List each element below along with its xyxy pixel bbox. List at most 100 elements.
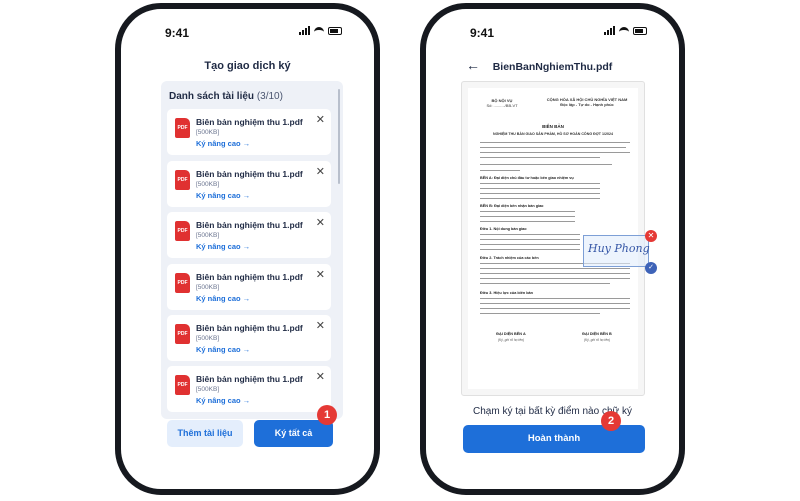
doc-heading: BIÊN BẢN: [542, 124, 564, 129]
confirm-signature-icon[interactable]: ✓: [645, 262, 657, 274]
doc-article-3: Điều 3. Hiệu lực của biên bản: [480, 291, 533, 295]
list-scrollbar[interactable]: [338, 89, 340, 184]
text-line: [480, 244, 580, 246]
doc-org-number: Số: ........../BB-VT: [486, 103, 518, 108]
file-card[interactable]: PDF Biên bản nghiệm thu 1.pdf [500KB] Ký…: [167, 109, 331, 155]
pdf-icon: PDF: [175, 221, 190, 241]
text-line: [480, 239, 580, 241]
file-card[interactable]: PDF Biên bản nghiệm thu 1.pdf [500KB] Ký…: [167, 315, 331, 361]
status-icons: [299, 26, 342, 35]
sign-all-button[interactable]: Ký tất cả: [254, 420, 333, 447]
close-icon[interactable]: ✕: [316, 268, 325, 281]
close-icon[interactable]: ✕: [316, 113, 325, 126]
text-line: [480, 303, 630, 305]
step-badge: 2: [601, 411, 621, 431]
text-line: [480, 157, 600, 159]
document-list-panel: Danh sách tài liệu (3/10) PDF Biên bản n…: [161, 81, 343, 419]
advanced-sign-link[interactable]: Ký nâng cao →: [196, 396, 250, 405]
text-line: [480, 268, 630, 270]
close-icon[interactable]: ✕: [316, 216, 325, 229]
file-name: Biên bản nghiệm thu 1.pdf: [196, 374, 303, 384]
text-line: [480, 283, 610, 285]
text-line: [480, 170, 520, 172]
doc-rep-b: ĐẠI DIỆN BÊN B: [582, 332, 612, 336]
file-name: Biên bản nghiệm thu 1.pdf: [196, 323, 303, 333]
file-size: [500KB]: [196, 129, 220, 136]
text-line: [480, 211, 575, 213]
signature-text: Huy Phong: [588, 242, 650, 255]
doc-article-2: Điều 2. Trách nhiệm của các bên: [480, 256, 539, 260]
page-title: Tạo giao dịch ký: [204, 60, 291, 72]
text-line: [480, 152, 630, 154]
file-size: [500KB]: [196, 181, 220, 188]
advanced-sign-link[interactable]: Ký nâng cao →: [196, 139, 250, 148]
text-line: [480, 234, 580, 236]
signature-placement[interactable]: Huy Phong: [583, 235, 650, 267]
text-line: [480, 142, 630, 144]
text-line: [480, 183, 600, 185]
close-icon[interactable]: ✕: [316, 370, 325, 383]
doc-org: BỘ NỘI VỤ Số: ........../BB-VT: [482, 98, 522, 108]
advanced-sign-link[interactable]: Ký nâng cao →: [196, 294, 250, 303]
text-line: [480, 216, 575, 218]
document-list-title: Danh sách tài liệu: [169, 91, 255, 102]
file-size: [500KB]: [196, 232, 220, 239]
doc-article-1: Điều 1. Nội dung bàn giao: [480, 227, 527, 231]
doc-nation: CỘNG HÒA XÃ HỘI CHỦ NGHĨA VIỆT NAM Độc l…: [538, 97, 636, 107]
file-card[interactable]: PDF Biên bản nghiệm thu 1.pdf [500KB] Ký…: [167, 212, 331, 258]
close-icon[interactable]: ✕: [316, 165, 325, 178]
text-line: [480, 198, 600, 200]
text-line: [480, 193, 600, 195]
file-name: Biên bản nghiệm thu 1.pdf: [196, 220, 303, 230]
pdf-icon: PDF: [175, 375, 190, 395]
file-size: [500KB]: [196, 284, 220, 291]
phone-left: 9:41 Tạo giao dịch ký Danh sách tài liệu…: [115, 3, 380, 495]
file-card[interactable]: PDF Biên bản nghiệm thu 1.pdf [500KB] Ký…: [167, 264, 331, 310]
doc-motto: Độc lập - Tự do - Hạnh phúc: [560, 102, 614, 107]
document-count: (3/10): [256, 91, 283, 102]
pdf-icon: PDF: [175, 118, 190, 138]
text-line: [480, 221, 575, 223]
signal-icon: [299, 26, 310, 35]
status-icons: [604, 26, 647, 35]
doc-section-b: BÊN B: Đại diện bên nhận bàn giao: [480, 204, 544, 208]
doc-rep-b-note: (Ký, ghi rõ họ tên): [583, 338, 611, 342]
battery-icon: [633, 26, 647, 35]
file-card[interactable]: PDF Biên bản nghiệm thu 1.pdf [500KB] Ký…: [167, 366, 331, 412]
file-card[interactable]: PDF Biên bản nghiệm thu 1.pdf [500KB] Ký…: [167, 161, 331, 207]
file-name: Biên bản nghiệm thu 1.pdf: [196, 117, 303, 127]
status-time: 9:41: [165, 26, 190, 40]
done-button[interactable]: Hoàn thành: [463, 425, 645, 453]
text-line: [480, 164, 612, 166]
text-line: [480, 278, 630, 280]
file-size: [500KB]: [196, 335, 220, 342]
advanced-sign-link[interactable]: Ký nâng cao →: [196, 345, 250, 354]
sign-hint: Chạm ký tại bất kỳ điểm nào chữ ký: [473, 406, 632, 417]
file-size: [500KB]: [196, 386, 220, 393]
doc-rep-a: ĐẠI DIỆN BÊN A: [496, 332, 526, 336]
add-document-button[interactable]: Thêm tài liệu: [167, 420, 243, 447]
pdf-icon: PDF: [175, 324, 190, 344]
wifi-icon: [619, 26, 629, 35]
advanced-sign-link[interactable]: Ký nâng cao →: [196, 242, 250, 251]
status-time: 9:41: [470, 26, 495, 40]
advanced-sign-link[interactable]: Ký nâng cao →: [196, 191, 250, 200]
text-line: [480, 298, 630, 300]
signal-icon: [604, 26, 615, 35]
phone-right: 9:41 ← BienBanNghiemThu.pdf BỘ NỘI VỤ Số…: [420, 3, 685, 495]
text-line: [480, 188, 600, 190]
document-title: BienBanNghiemThu.pdf: [492, 61, 613, 73]
text-line: [480, 273, 630, 275]
wifi-icon: [314, 26, 324, 35]
doc-section-a: BÊN A: Đại diện chủ đầu tư hoặc bên giao…: [480, 176, 574, 180]
doc-subject: NGHIỆM THU BÀN GIAO SẢN PHẨM, HỒ SƠ HOÀN…: [493, 132, 613, 136]
text-line: [480, 249, 580, 251]
close-icon[interactable]: ✕: [316, 319, 325, 332]
pdf-icon: PDF: [175, 170, 190, 190]
document-preview[interactable]: BỘ NỘI VỤ Số: ........../BB-VT CỘNG HÒA …: [461, 81, 657, 396]
remove-signature-icon[interactable]: ✕: [645, 230, 657, 242]
battery-icon: [328, 26, 342, 35]
file-name: Biên bản nghiệm thu 1.pdf: [196, 272, 303, 282]
pdf-icon: PDF: [175, 273, 190, 293]
document-list-header: Danh sách tài liệu (3/10): [161, 81, 343, 108]
